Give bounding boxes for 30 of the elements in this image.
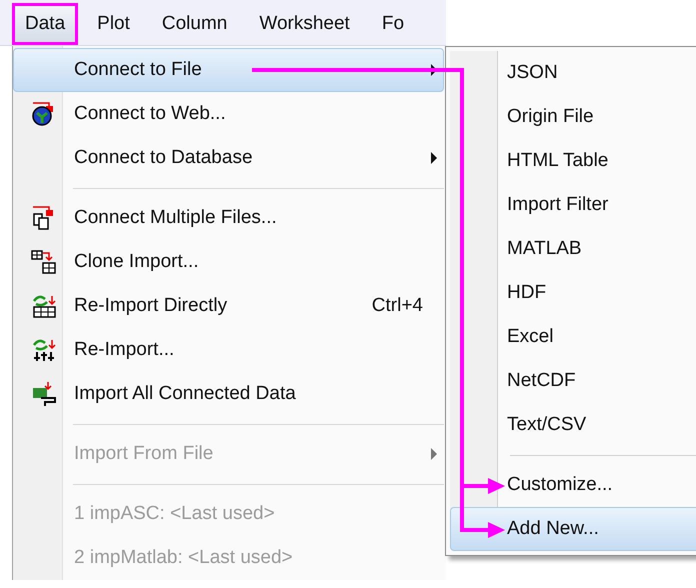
submenu-item[interactable]: MATLAB <box>450 227 696 271</box>
submenu-item[interactable]: NetCDF <box>450 359 696 403</box>
annotation-arrow <box>462 522 505 538</box>
submenu-item[interactable]: HTML Table <box>450 139 696 183</box>
refresh-table-icon <box>31 293 57 319</box>
menu-bar-item[interactable]: Plot <box>84 3 143 45</box>
menu-item[interactable]: Connect to Database <box>13 136 444 180</box>
submenu-item[interactable]: Add New... <box>450 507 696 551</box>
menu-item[interactable]: Import All Connected Data <box>13 372 444 416</box>
menu-bar-item[interactable]: Fo <box>368 3 418 45</box>
table-arrow-icon <box>31 249 57 275</box>
refresh-sliders-icon <box>31 337 57 363</box>
submenu-item[interactable]: Excel <box>450 315 696 359</box>
shortcut-label: Ctrl+4 <box>372 294 423 318</box>
menu-bar-item[interactable]: Data <box>12 3 78 45</box>
folder-plug-icon <box>31 381 57 407</box>
menu-item[interactable]: Connect to Web... <box>13 92 444 136</box>
submenu-item[interactable]: Origin File <box>450 95 696 139</box>
menu-item[interactable]: Connect Multiple Files... <box>13 196 444 240</box>
menu-item[interactable]: Re-Import... <box>13 328 444 372</box>
menu-item[interactable]: Clone Import... <box>13 240 444 284</box>
submenu-item[interactable]: HDF <box>450 271 696 315</box>
menu-item[interactable]: Re-Import Directly Ctrl+4 <box>13 284 444 328</box>
submenu-item[interactable]: Customize... <box>450 463 696 507</box>
submenu-item[interactable]: Text/CSV <box>450 403 696 447</box>
annotation-arrow <box>462 478 505 494</box>
menu-bar-item[interactable]: Worksheet <box>246 3 363 45</box>
menu-bar-item[interactable]: Column <box>148 3 240 45</box>
submenu-item[interactable]: Import Filter <box>450 183 696 227</box>
submenu-item[interactable]: JSON <box>450 51 696 95</box>
